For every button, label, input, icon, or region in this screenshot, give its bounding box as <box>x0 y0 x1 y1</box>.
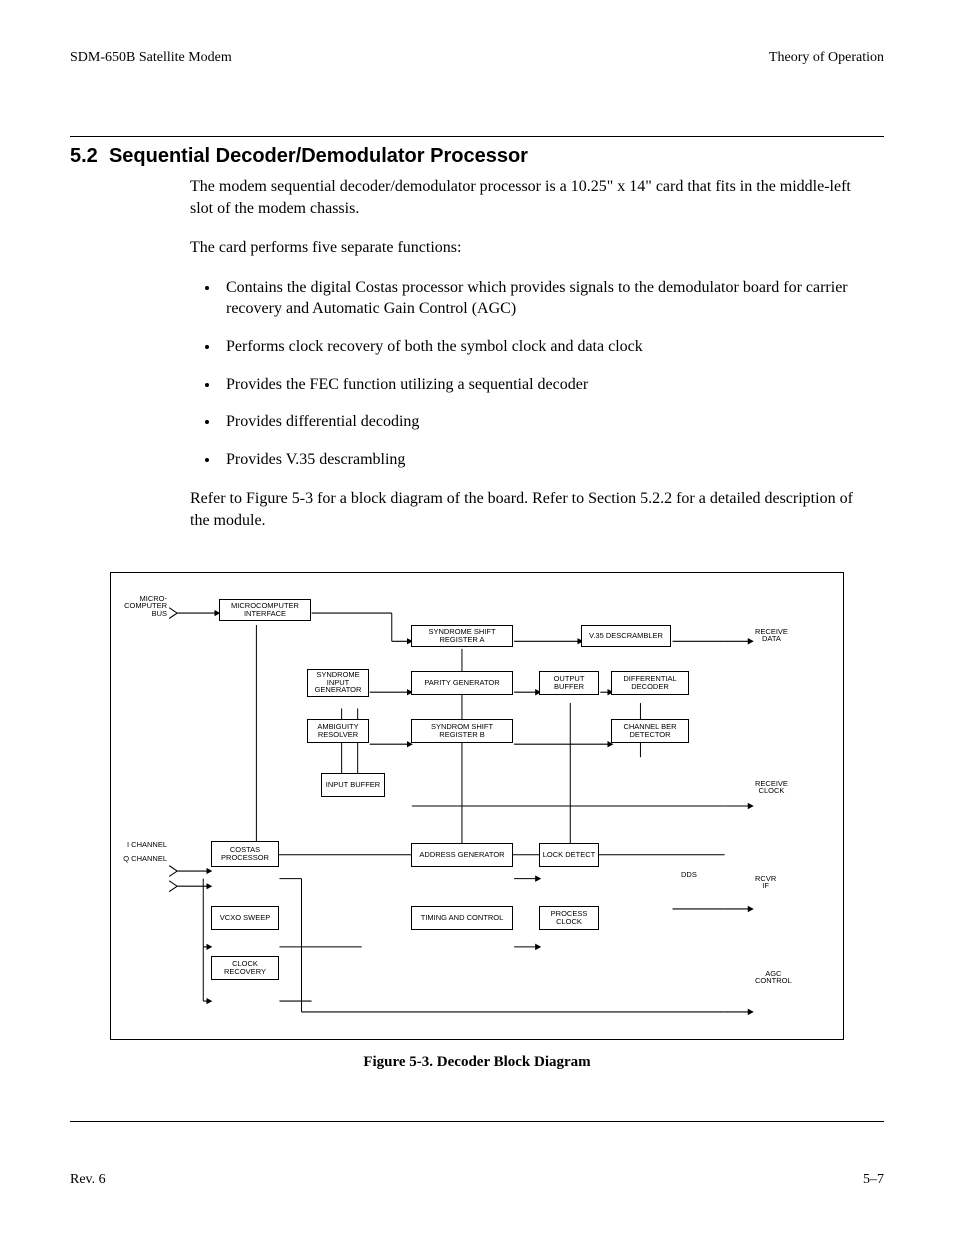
io-dds: DDS <box>681 871 697 879</box>
section-heading: 5.2 Sequential Decoder/Demodulator Proce… <box>70 145 884 168</box>
blk-output-buffer: OUTPUT BUFFER <box>539 671 599 695</box>
blk-v35: V.35 DESCRAMBLER <box>581 625 671 647</box>
header-right: Theory of Operation <box>769 50 884 66</box>
paragraph-3: Refer to Figure 5-3 for a block diagram … <box>190 488 874 531</box>
blk-address-gen: ADDRESS GENERATOR <box>411 843 513 867</box>
blk-micro-interface: MICROCOMPUTER INTERFACE <box>219 599 311 621</box>
list-item: Performs clock recovery of both the symb… <box>220 336 874 358</box>
blk-input-buffer: INPUT BUFFER <box>321 773 385 797</box>
footer-right: 5–7 <box>863 1172 884 1188</box>
blk-ssr-a: SYNDROME SHIFT REGISTER A <box>411 625 513 647</box>
paragraph-2: The card performs five separate function… <box>190 237 874 259</box>
blk-diff-decoder: DIFFERENTIAL DECODER <box>611 671 689 695</box>
figure-caption: Figure 5-3. Decoder Block Diagram <box>70 1054 884 1071</box>
blk-timing: TIMING AND CONTROL <box>411 906 513 930</box>
block-diagram: MICRO- COMPUTER BUS I CHANNEL Q CHANNEL … <box>110 572 844 1040</box>
blk-process-clock: PROCESS CLOCK <box>539 906 599 930</box>
blk-ambiguity: AMBIGUITY RESOLVER <box>307 719 369 743</box>
blk-parity: PARITY GENERATOR <box>411 671 513 695</box>
list-item: Provides differential decoding <box>220 411 874 433</box>
page-footer: Rev. 6 5–7 <box>70 1172 884 1188</box>
list-item: Provides the FEC function utilizing a se… <box>220 374 874 396</box>
bottom-rule <box>70 1121 884 1122</box>
list-item: Provides V.35 descrambling <box>220 449 874 471</box>
page-header: SDM-650B Satellite Modem Theory of Opera… <box>70 50 884 66</box>
footer-left: Rev. 6 <box>70 1172 106 1188</box>
io-rcvr-if: RCVR IF <box>755 875 776 891</box>
paragraph-1: The modem sequential decoder/demodulator… <box>190 176 874 219</box>
io-micro-bus: MICRO- COMPUTER BUS <box>115 595 167 619</box>
function-list: Contains the digital Costas processor wh… <box>220 277 874 471</box>
io-receive-clock: RECEIVE CLOCK <box>755 780 788 796</box>
io-q-channel: Q CHANNEL <box>111 855 167 863</box>
io-receive-data: RECEIVE DATA <box>755 628 788 644</box>
blk-costas: COSTAS PROCESSOR <box>211 841 279 867</box>
blk-vcxo: VCXO SWEEP <box>211 906 279 930</box>
body-text: The modem sequential decoder/demodulator… <box>190 176 874 532</box>
blk-lock-detect: LOCK DETECT <box>539 843 599 867</box>
top-rule <box>70 136 884 137</box>
io-i-channel: I CHANNEL <box>111 841 167 849</box>
blk-ssr-b: SYNDROM SHIFT REGISTER B <box>411 719 513 743</box>
blk-clock-recovery: CLOCK RECOVERY <box>211 956 279 980</box>
header-left: SDM-650B Satellite Modem <box>70 50 232 66</box>
blk-channel-ber: CHANNEL BER DETECTOR <box>611 719 689 743</box>
io-agc-control: AGC CONTROL <box>755 970 792 986</box>
list-item: Contains the digital Costas processor wh… <box>220 277 874 320</box>
blk-syndrome-input: SYNDROME INPUT GENERATOR <box>307 669 369 697</box>
